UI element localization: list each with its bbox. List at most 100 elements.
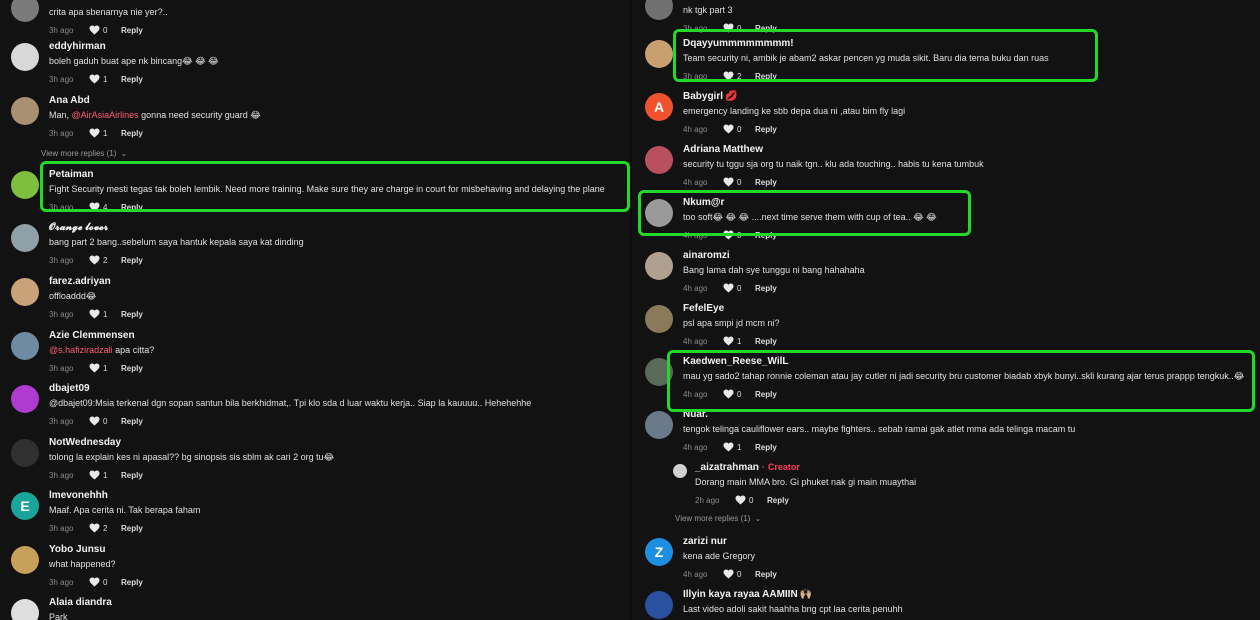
avatar[interactable]: A (645, 93, 673, 121)
like-button[interactable]: 0 (735, 495, 767, 505)
comment-author[interactable]: Petaiman (49, 169, 93, 180)
avatar[interactable] (11, 171, 39, 199)
avatar[interactable] (11, 43, 39, 71)
comment-author[interactable]: NotWednesday (49, 437, 121, 448)
comment-author[interactable]: Ana Abd (49, 95, 90, 106)
author-name[interactable]: Petaiman (49, 169, 93, 180)
avatar[interactable] (11, 599, 39, 620)
author-name[interactable]: Azie Clemmensen (49, 330, 135, 341)
avatar[interactable] (645, 591, 673, 619)
like-button[interactable]: 0 (89, 577, 121, 587)
reply-button[interactable]: Reply (755, 231, 777, 240)
reply-button[interactable]: Reply (767, 496, 789, 505)
like-button[interactable]: 0 (89, 416, 121, 426)
comment-author[interactable]: zarizi nur (683, 536, 727, 547)
comment-author[interactable]: eddyhirman (49, 41, 106, 52)
like-button[interactable]: 0 (89, 25, 121, 35)
reply-button[interactable]: Reply (121, 471, 143, 480)
author-name[interactable]: Yobo Junsu (49, 544, 105, 555)
comment-author[interactable]: 𝓞𝓻𝓪𝓷𝓰𝓮 𝓵𝓸𝓿𝓮𝓻 (49, 222, 108, 233)
reply-button[interactable]: Reply (755, 178, 777, 187)
like-button[interactable]: 0 (723, 23, 755, 33)
comment-author[interactable]: _aizatrahman · Creator (695, 462, 800, 473)
author-name[interactable]: farez.adriyan (49, 276, 111, 287)
author-name[interactable]: Nkum@r (683, 197, 724, 208)
reply-button[interactable]: Reply (755, 570, 777, 579)
like-button[interactable]: 2 (89, 523, 121, 533)
reply-button[interactable]: Reply (121, 203, 143, 212)
avatar[interactable] (11, 97, 39, 125)
reply-button[interactable]: Reply (755, 24, 777, 33)
reply-button[interactable]: Reply (121, 524, 143, 533)
view-more-replies[interactable]: View more replies (1) ⌄ (41, 149, 127, 158)
view-more-label[interactable]: View more replies (1) (41, 149, 116, 158)
avatar[interactable] (673, 464, 687, 478)
reply-button[interactable]: Reply (121, 310, 143, 319)
avatar[interactable] (645, 199, 673, 227)
comment-author[interactable]: Nkum@r (683, 197, 724, 208)
like-button[interactable]: 1 (89, 363, 121, 373)
avatar[interactable] (11, 278, 39, 306)
avatar[interactable]: E (11, 492, 39, 520)
avatar[interactable] (645, 252, 673, 280)
mention-link[interactable]: @AirAsiaAirlines (72, 110, 139, 120)
author-name[interactable]: Dqayyummmmmmmm! (683, 38, 794, 49)
comment-author[interactable]: Illyin kaya rayaa AAMIIN 🙌🏼 (683, 589, 812, 600)
reply-button[interactable]: Reply (121, 364, 143, 373)
comment-author[interactable]: Yobo Junsu (49, 544, 105, 555)
mention-link[interactable]: @s.hafiziradzali (49, 345, 113, 355)
comment-author[interactable]: lmevonehhh (49, 490, 108, 501)
reply-button[interactable]: Reply (755, 337, 777, 346)
author-name[interactable]: Adriana Matthew (683, 144, 763, 155)
author-name[interactable]: lmevonehhh (49, 490, 108, 501)
like-button[interactable]: 0 (723, 124, 755, 134)
avatar[interactable] (11, 439, 39, 467)
author-name[interactable]: Alaia diandra (49, 597, 112, 608)
reply-button[interactable]: Reply (121, 129, 143, 138)
reply-button[interactable]: Reply (121, 578, 143, 587)
avatar[interactable] (11, 385, 39, 413)
reply-button[interactable]: Reply (755, 72, 777, 81)
reply-button[interactable]: Reply (755, 284, 777, 293)
avatar[interactable] (645, 40, 673, 68)
comment-author[interactable]: farez.adriyan (49, 276, 111, 287)
comment-author[interactable]: Nuar. (683, 409, 708, 420)
like-button[interactable]: 0 (723, 569, 755, 579)
comment-author[interactable]: Babygirl 💋 (683, 91, 737, 102)
author-name[interactable]: Kaedwen_Reese_WilL (683, 356, 789, 367)
like-button[interactable]: 1 (89, 309, 121, 319)
reply-button[interactable]: Reply (755, 125, 777, 134)
comment-author[interactable]: dbajet09 (49, 383, 90, 394)
like-button[interactable]: 0 (723, 283, 755, 293)
like-button[interactable]: 1 (723, 336, 755, 346)
author-name[interactable]: 𝓞𝓻𝓪𝓷𝓰𝓮 𝓵𝓸𝓿𝓮𝓻 (49, 222, 108, 233)
like-button[interactable]: 0 (723, 177, 755, 187)
comment-author[interactable]: Dqayyummmmmmmm! (683, 38, 794, 49)
avatar[interactable] (645, 305, 673, 333)
like-button[interactable]: 1 (89, 74, 121, 84)
comment-author[interactable]: FefelEye (683, 303, 724, 314)
avatar[interactable] (645, 146, 673, 174)
like-button[interactable]: 1 (723, 442, 755, 452)
avatar[interactable] (11, 546, 39, 574)
author-name[interactable]: Babygirl (683, 91, 723, 102)
author-name[interactable]: FefelEye (683, 303, 724, 314)
like-button[interactable]: 0 (723, 230, 755, 240)
reply-button[interactable]: Reply (121, 417, 143, 426)
author-name[interactable]: _aizatrahman (695, 462, 759, 473)
author-name[interactable]: zarizi nur (683, 536, 727, 547)
comment-author[interactable]: Adriana Matthew (683, 144, 763, 155)
avatar[interactable] (11, 224, 39, 252)
reply-button[interactable]: Reply (755, 443, 777, 452)
avatar[interactable] (645, 358, 673, 386)
author-name[interactable]: Ana Abd (49, 95, 90, 106)
comment-author[interactable]: Kaedwen_Reese_WilL (683, 356, 789, 367)
avatar[interactable] (11, 332, 39, 360)
author-name[interactable]: Nuar. (683, 409, 708, 420)
view-more-label[interactable]: View more replies (1) (675, 514, 750, 523)
author-name[interactable]: NotWednesday (49, 437, 121, 448)
reply-button[interactable]: Reply (755, 390, 777, 399)
like-button[interactable]: 2 (723, 71, 755, 81)
like-button[interactable]: 0 (723, 389, 755, 399)
avatar[interactable] (645, 411, 673, 439)
